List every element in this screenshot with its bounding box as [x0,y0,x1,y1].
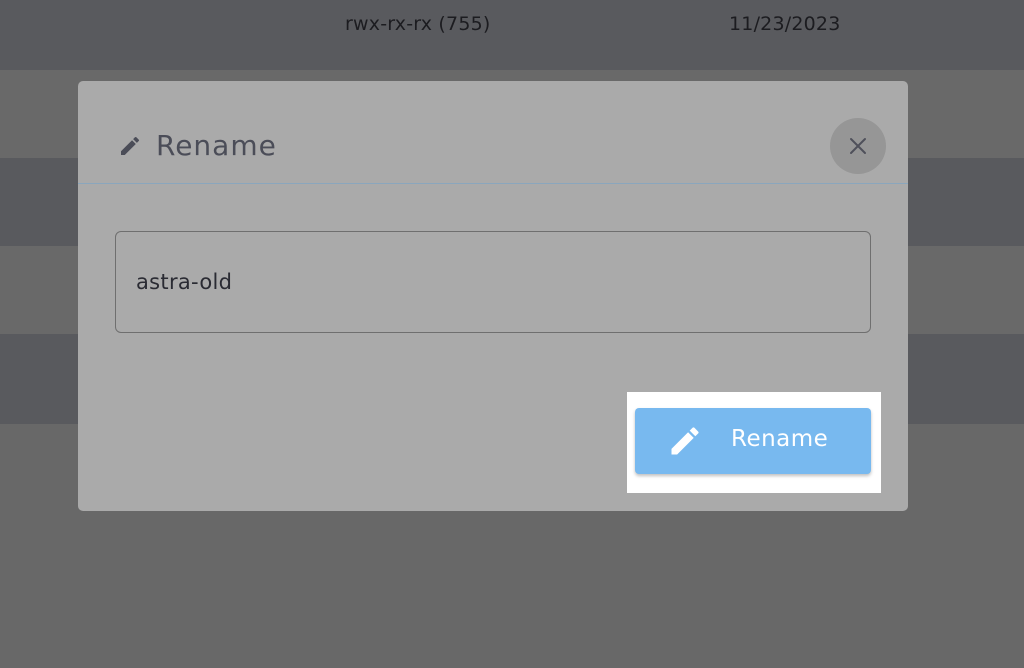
permissions-cell: rwx-rx-rx (755) [345,13,491,35]
table-row: rwx-rx-rx (755) 11/23/2023 [0,0,1024,70]
file-manager-page: rwx-rx-rx (755) 11/23/2023 Rename Rename [0,0,1024,668]
close-button[interactable] [830,118,886,174]
modified-date-cell: 11/23/2023 [729,13,841,35]
new-name-input[interactable] [115,231,871,333]
pencil-icon [671,427,699,455]
rename-button-label: Rename [731,426,829,452]
pencil-icon [121,136,140,155]
dialog-header: Rename [78,81,908,184]
close-icon [850,138,866,154]
rename-dialog: Rename Rename [78,81,908,511]
dialog-title: Rename [156,129,277,162]
rename-submit-button[interactable]: Rename [635,408,871,474]
